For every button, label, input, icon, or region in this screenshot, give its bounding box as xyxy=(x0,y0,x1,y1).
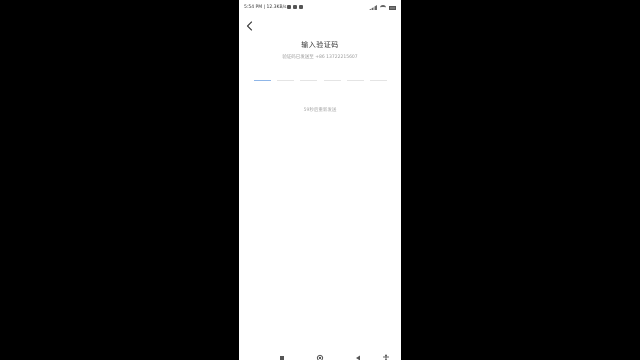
notification-icons xyxy=(287,5,303,9)
code-slot[interactable] xyxy=(300,80,318,81)
battery-icon xyxy=(389,5,396,10)
code-slot[interactable] xyxy=(369,80,387,81)
code-slot[interactable] xyxy=(254,80,271,81)
code-slot[interactable] xyxy=(346,80,364,81)
status-time-speed: 5:54 PM | 12.3KB/s xyxy=(244,5,287,10)
code-slot[interactable] xyxy=(323,80,341,81)
chevron-left-icon xyxy=(246,21,253,31)
back-icon xyxy=(356,355,360,360)
home-button[interactable] xyxy=(316,347,324,360)
home-icon xyxy=(316,354,324,360)
accessibility-icon xyxy=(383,354,389,360)
code-slot[interactable] xyxy=(277,80,295,81)
resend-countdown: 59秒后重新发送 xyxy=(303,108,337,113)
phone-number-hint: 验证码已发送至 +86 13722215607 xyxy=(282,55,358,60)
back-button[interactable] xyxy=(244,17,256,31)
back-nav-button[interactable] xyxy=(354,347,362,360)
verification-code-input[interactable] xyxy=(254,80,387,81)
navigation-bar xyxy=(239,344,401,360)
notification-icon xyxy=(299,5,303,9)
video-frame: 5:54 PM | 12.3KB/s 输入验证码 验证码已发送至 +86 137… xyxy=(0,0,640,360)
phone-screen: 5:54 PM | 12.3KB/s 输入验证码 验证码已发送至 +86 137… xyxy=(239,0,401,360)
wifi-icon xyxy=(380,5,386,10)
signal-icon xyxy=(369,5,377,10)
status-bar: 5:54 PM | 12.3KB/s xyxy=(239,4,401,14)
menu-icon xyxy=(280,356,284,360)
accessibility-button[interactable] xyxy=(382,347,390,360)
page-title: 输入验证码 xyxy=(301,41,339,49)
menu-button[interactable] xyxy=(278,347,286,360)
notification-icon xyxy=(293,5,297,9)
notification-icon xyxy=(287,5,291,9)
status-right-icons xyxy=(369,5,396,10)
